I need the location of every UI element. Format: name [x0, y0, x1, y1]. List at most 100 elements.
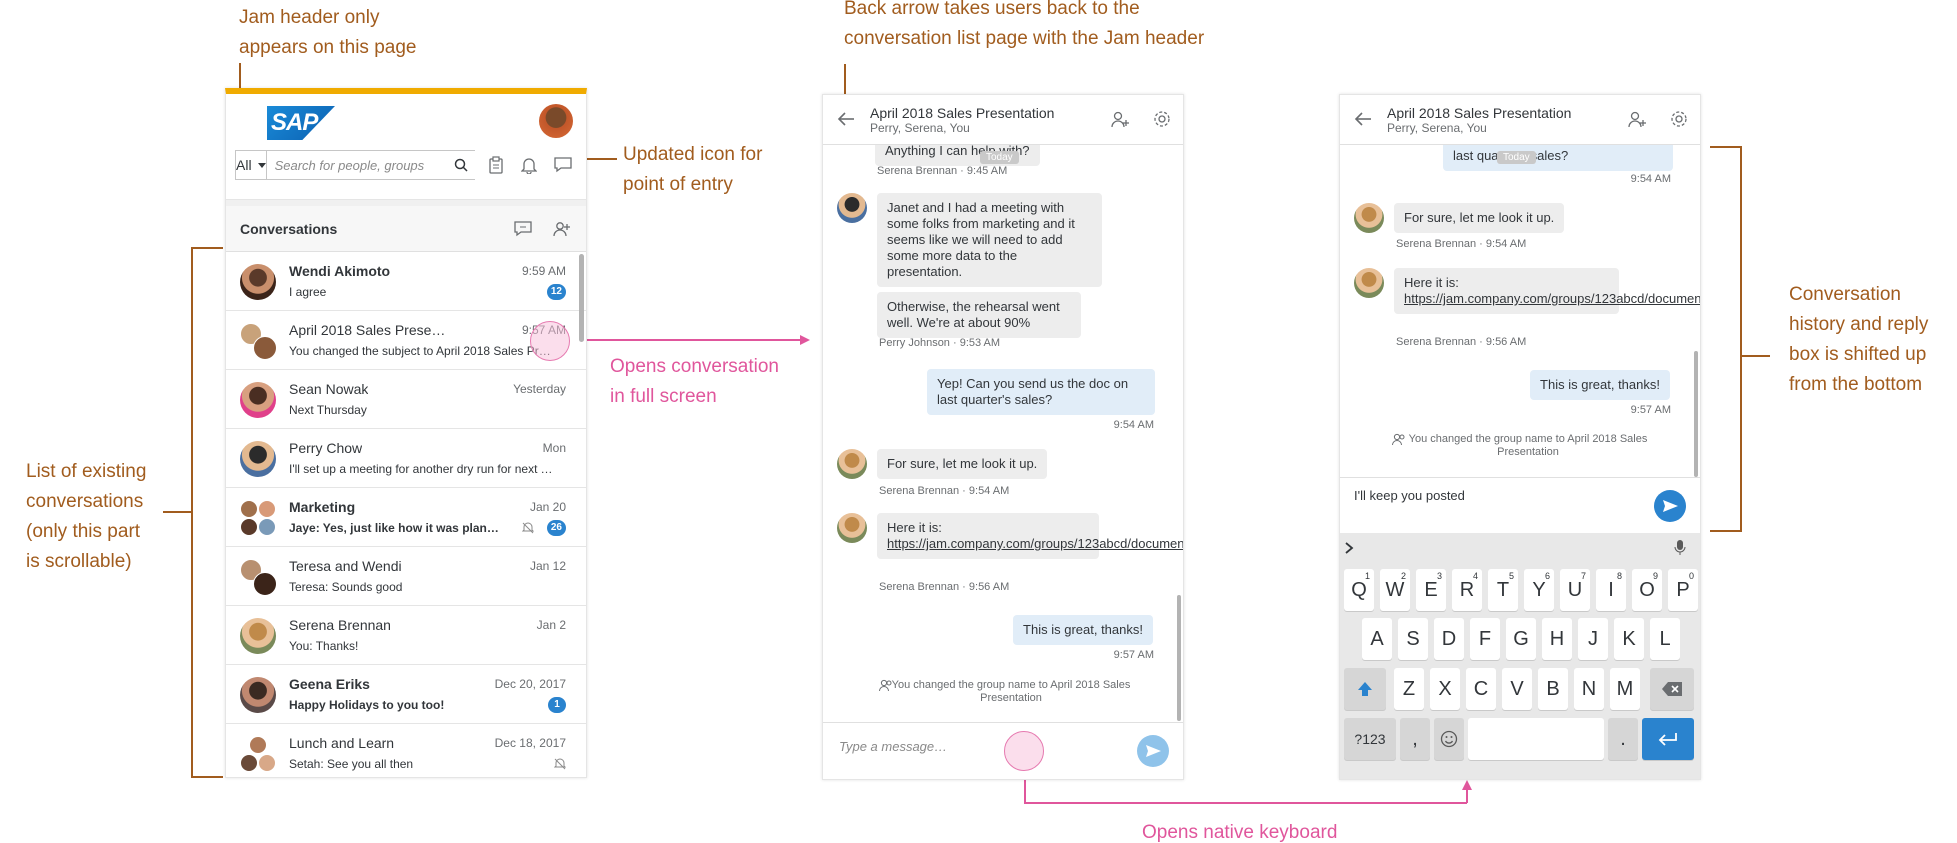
- shift-key[interactable]: [1344, 668, 1386, 710]
- avatar: [837, 513, 867, 543]
- avatar: [837, 193, 867, 223]
- enter-key[interactable]: [1642, 718, 1694, 760]
- scrollbar[interactable]: [579, 254, 584, 342]
- scrollbar[interactable]: [1177, 595, 1181, 721]
- list-item[interactable]: Serena Brennan Jan 2 You: Thanks!: [226, 606, 586, 665]
- keyboard-key[interactable]: U7: [1560, 569, 1590, 611]
- new-chat-icon[interactable]: [514, 221, 532, 237]
- keyboard-key[interactable]: X: [1430, 668, 1460, 710]
- bracket-history-top: [1710, 146, 1742, 148]
- message-input[interactable]: I'll keep you posted: [1354, 488, 1465, 503]
- keyboard-key[interactable]: O9: [1632, 569, 1662, 611]
- send-button[interactable]: [1137, 735, 1169, 767]
- keyboard-key[interactable]: G: [1506, 618, 1536, 660]
- enter-icon: [1658, 733, 1677, 746]
- arrowhead-up-icon: [1462, 780, 1472, 790]
- conversation-time: 9:59 AM: [521, 264, 566, 278]
- filter-dropdown[interactable]: All: [236, 151, 267, 179]
- back-arrow-icon[interactable]: [1354, 111, 1372, 127]
- search-icon[interactable]: [454, 158, 468, 172]
- list-item[interactable]: Geena Eriks Dec 20, 2017 Happy Holidays …: [226, 665, 586, 724]
- list-item[interactable]: Sean Nowak Yesterday Next Thursday: [226, 370, 586, 429]
- message-bubble: This is great, thanks!: [1013, 615, 1153, 645]
- keyboard-key[interactable]: I8: [1596, 569, 1626, 611]
- keyboard-key[interactable]: A: [1362, 618, 1392, 660]
- message-composer: I'll keep you posted: [1340, 477, 1700, 533]
- list-item[interactable]: Teresa and Wendi Jan 12 Teresa: Sounds g…: [226, 547, 586, 606]
- add-people-icon[interactable]: [553, 221, 571, 237]
- message-text: Here it is:: [1404, 275, 1459, 290]
- tap-indicator: [1004, 731, 1044, 771]
- gear-icon[interactable]: [1153, 110, 1171, 128]
- keyboard-key[interactable]: C: [1466, 668, 1496, 710]
- unread-badge: 12: [546, 284, 566, 300]
- keyboard-key[interactable]: V: [1502, 668, 1532, 710]
- bell-icon[interactable]: [521, 156, 537, 174]
- annotation-line: is scrollable): [26, 551, 132, 572]
- keyboard-key[interactable]: N: [1574, 668, 1604, 710]
- emoji-key[interactable]: [1434, 718, 1464, 760]
- chevron-right-icon[interactable]: [1344, 541, 1354, 555]
- document-link[interactable]: https://jam.company.com/groups/123abcd/d…: [1404, 291, 1700, 306]
- scrollbar[interactable]: [1694, 351, 1698, 477]
- message-meta: Perry Johnson · 9:53 AM: [879, 337, 1001, 349]
- document-link[interactable]: https://jam.company.com/groups/123abcd/d…: [887, 536, 1183, 551]
- keyboard-key[interactable]: E3: [1416, 569, 1446, 611]
- conversation-snippet: You changed the subject to April 2018 Sa…: [289, 344, 554, 358]
- conversation-snippet: Jaye: Yes, just like how it was planned: [289, 521, 499, 535]
- keyboard-key[interactable]: T5: [1488, 569, 1518, 611]
- annotation-line: Jam header only: [239, 7, 380, 28]
- keyboard-key[interactable]: Y6: [1524, 569, 1554, 611]
- microphone-icon[interactable]: [1674, 540, 1686, 556]
- keyboard-key[interactable]: J: [1578, 618, 1608, 660]
- search-input[interactable]: [266, 151, 479, 179]
- message-text: Here it is:: [887, 520, 942, 535]
- back-arrow-icon[interactable]: [837, 111, 855, 127]
- chat-icon[interactable]: [554, 157, 572, 173]
- clipboard-icon[interactable]: [488, 156, 504, 174]
- conversation-snippet: Next Thursday: [289, 403, 367, 417]
- send-icon: [1663, 500, 1678, 512]
- annotation-opens-full: Opens conversation in full screen: [610, 352, 779, 412]
- list-item[interactable]: Marketing Jan 20 Jaye: Yes, just like ho…: [226, 488, 586, 547]
- emoji-icon: [1440, 730, 1458, 748]
- keyboard-key[interactable]: P0: [1668, 569, 1698, 611]
- list-item[interactable]: Wendi Akimoto 9:59 AM I agree 12: [226, 252, 586, 311]
- keyboard-key[interactable]: H: [1542, 618, 1572, 660]
- space-key[interactable]: [1468, 718, 1604, 760]
- gear-icon[interactable]: [1670, 110, 1688, 128]
- message-input[interactable]: [839, 739, 1099, 754]
- annotation-line: Back arrow takes users back to the: [844, 0, 1140, 19]
- comma-key[interactable]: ,: [1400, 718, 1430, 760]
- keyboard-key[interactable]: W2: [1380, 569, 1410, 611]
- conversation-name: Wendi Akimoto: [289, 263, 391, 279]
- avatar[interactable]: [539, 104, 573, 138]
- keyboard-key[interactable]: Q1: [1344, 569, 1374, 611]
- symbols-key[interactable]: ?123: [1344, 718, 1396, 760]
- conversation-snippet: I'll set up a meeting for another dry ru…: [289, 462, 554, 476]
- keyboard-key[interactable]: S: [1398, 618, 1428, 660]
- annotation-line: Conversation: [1789, 284, 1901, 305]
- list-item[interactable]: Perry Chow Mon I'll set up a meeting for…: [226, 429, 586, 488]
- keyboard-key[interactable]: Z: [1394, 668, 1424, 710]
- backspace-key[interactable]: [1650, 668, 1694, 710]
- keyboard-key[interactable]: F: [1470, 618, 1500, 660]
- list-item[interactable]: Lunch and Learn Dec 18, 2017 Setah: See …: [226, 724, 586, 777]
- annotation-updated-icon: Updated icon for point of entry: [623, 140, 762, 200]
- keyboard-key[interactable]: M: [1610, 668, 1640, 710]
- keyboard-key[interactable]: L: [1650, 618, 1680, 660]
- keyboard-key[interactable]: B: [1538, 668, 1568, 710]
- keyboard-key[interactable]: D: [1434, 618, 1464, 660]
- conversation-name: Sean Nowak: [289, 381, 369, 397]
- keyboard-key[interactable]: K: [1614, 618, 1644, 660]
- add-person-icon[interactable]: [1627, 110, 1647, 128]
- add-person-icon[interactable]: [1110, 110, 1130, 128]
- avatar: [1354, 268, 1384, 298]
- unread-badge: 26: [546, 520, 566, 536]
- keyboard-key[interactable]: R4: [1452, 569, 1482, 611]
- period-key[interactable]: .: [1608, 718, 1638, 760]
- message-bubble: This is great, thanks!: [1530, 370, 1670, 400]
- filter-label: All: [236, 157, 252, 173]
- send-button[interactable]: [1654, 490, 1686, 522]
- conversation-time: Jan 20: [529, 500, 566, 514]
